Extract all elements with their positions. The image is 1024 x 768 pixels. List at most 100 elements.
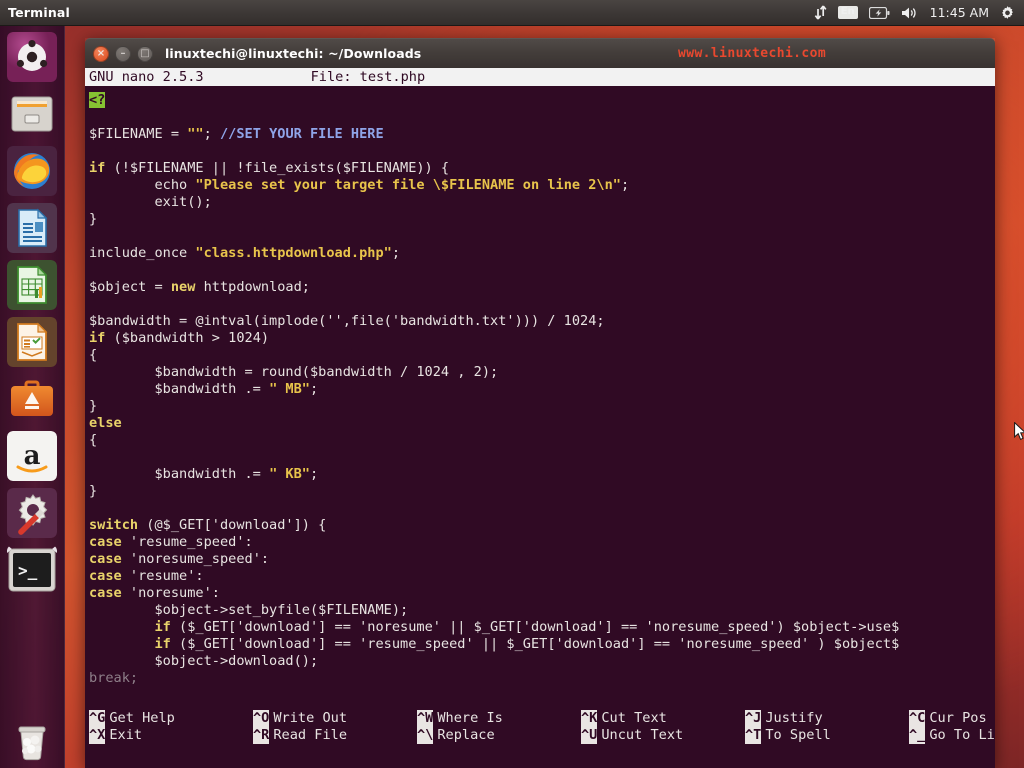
code-line: else [89,415,995,432]
code-span-plain: ($_GET['download'] == 'resume_speed' || … [170,636,900,652]
code-span-plain: ; [309,466,319,482]
keyboard-layout-indicator[interactable]: En [837,6,858,19]
shortcut-item[interactable]: ^X Exit [89,727,142,744]
shortcut-label: Justify [765,710,823,726]
nano-editor-text[interactable]: <? $FILENAME = ""; //SET YOUR FILE HERE … [85,86,995,687]
code-span-plain: exit(); [89,194,212,210]
shortcut-label: Cut Text [601,710,667,726]
terminal-window[interactable]: × – □ linuxtechi@linuxtechi: ~/Downloads… [85,38,995,768]
code-line: case 'resume': [89,568,995,585]
window-minimize-button[interactable]: – [115,45,131,62]
launcher-item-amazon[interactable]: a [7,431,57,481]
code-line: case 'noresume_speed': [89,551,995,568]
code-span-kw: case [89,551,122,567]
launcher-item-system-settings[interactable] [7,488,57,538]
launcher-item-files[interactable] [7,89,57,139]
battery-icon[interactable] [868,6,890,19]
window-titlebar[interactable]: × – □ linuxtechi@linuxtechi: ~/Downloads… [85,38,995,68]
code-span-plain: ($_GET['download'] == 'noresume' || $_GE… [170,619,900,635]
code-span-plain: { [89,432,98,448]
shortcut-key: ^R [253,727,270,744]
code-span-plain: $bandwidth = round($bandwidth / 1024 , 2… [89,364,499,380]
shortcut-item[interactable]: ^J Justify [745,710,823,727]
code-span-kw: if [154,619,171,635]
nano-version: GNU nano 2.5.3 [89,69,204,85]
launcher-item-writer[interactable] [7,203,57,253]
code-line: if ($_GET['download'] == 'resume_speed' … [89,636,995,653]
unity-launcher: a >_ [0,26,65,768]
launcher-item-firefox[interactable] [7,146,57,196]
mouse-cursor [1014,422,1024,441]
top-panel: Terminal En 11:45 AM [0,0,1024,26]
window-close-button[interactable]: × [93,45,109,62]
shortcut-item[interactable]: ^K Cut Text [581,710,667,727]
code-line: <? [89,92,995,109]
code-span-phptag: <? [89,92,106,108]
amazon-icon: a [7,431,57,481]
shortcut-key: ^X [89,727,106,744]
code-span-str: " KB" [269,466,310,482]
code-span-plain: } [89,483,98,499]
code-span-plain: $bandwidth .= [89,466,270,482]
panel-app-title[interactable]: Terminal [8,5,70,20]
shortcut-key: ^C [909,710,926,727]
code-span-plain: { [89,347,98,363]
code-span-plain: } [89,398,98,414]
system-menu-gear-icon[interactable] [1000,5,1015,20]
window-maximize-button[interactable]: □ [137,45,153,62]
shortcut-row: ^G Get Help ^O Write Out ^W Where Is ^K Cut Tex… [89,710,995,727]
code-span-plain: ; [309,381,319,397]
shortcut-item[interactable]: ^O Write Out [253,710,347,727]
shortcut-item[interactable]: ^C Cur Pos [909,710,987,727]
window-title: linuxtechi@linuxtechi: ~/Downloads [165,46,422,61]
launcher-item-terminal[interactable]: >_ [7,545,57,595]
launcher-item-dash-home[interactable] [7,32,57,82]
shortcut-item[interactable]: ^R Read File [253,727,347,744]
shortcut-label: Write Out [273,710,348,726]
launcher-item-software-center[interactable] [7,374,57,424]
shortcut-key: ^K [581,710,598,727]
code-span-kw: if [89,160,106,176]
volume-icon[interactable] [901,6,919,20]
svg-text:>_: >_ [18,561,38,580]
code-span-str: " MB" [269,381,310,397]
code-line: case 'resume_speed': [89,534,995,551]
code-line: echo "Please set your target file \$FILE… [89,177,995,194]
shortcut-item[interactable]: ^W Where Is [417,710,503,727]
launcher-item-calc[interactable] [7,260,57,310]
shortcut-key: ^_ [909,727,926,744]
launcher-item-trash[interactable] [7,716,57,766]
network-updown-icon[interactable] [814,5,827,20]
terminal-body[interactable]: GNU nano 2.5.3 File: test.php <? $FILENA… [85,68,995,768]
software-center-icon [11,380,53,416]
launcher-item-impress[interactable] [7,317,57,367]
shortcut-item[interactable]: ^G Get Help [89,710,175,727]
code-line: include_once "class.httpdownload.php"; [89,245,995,262]
code-line: break; [89,670,995,687]
shortcut-item[interactable]: ^T To Spell [745,727,831,744]
shortcut-key: ^W [417,710,434,727]
code-span-plain: ; [620,177,630,193]
libreoffice-impress-icon [7,317,57,367]
code-line: case 'noresume': [89,585,995,602]
code-line: if (!$FILENAME || !file_exists($FILENAME… [89,160,995,177]
code-span-plain: include_once [89,245,196,261]
code-span-plain: ($bandwidth > 1024) [105,330,270,346]
code-line: switch (@$_GET['download']) { [89,517,995,534]
code-span-kw: switch [89,517,139,533]
shortcut-item[interactable]: ^U Uncut Text [581,727,683,744]
code-line: } [89,211,995,228]
code-span-plain [89,619,154,635]
code-span-dim: break; [89,670,139,686]
code-span-plain: ; [203,126,220,142]
shortcut-item[interactable]: ^\ Replace [417,727,495,744]
clock-indicator[interactable]: 11:45 AM [930,5,989,20]
code-span-plain: $bandwidth = @intval(implode('',file('ba… [89,313,605,329]
nano-titlebar: GNU nano 2.5.3 File: test.php [85,68,995,86]
code-line: if ($bandwidth > 1024) [89,330,995,347]
shortcut-item[interactable]: ^_Go To Line [909,727,995,744]
